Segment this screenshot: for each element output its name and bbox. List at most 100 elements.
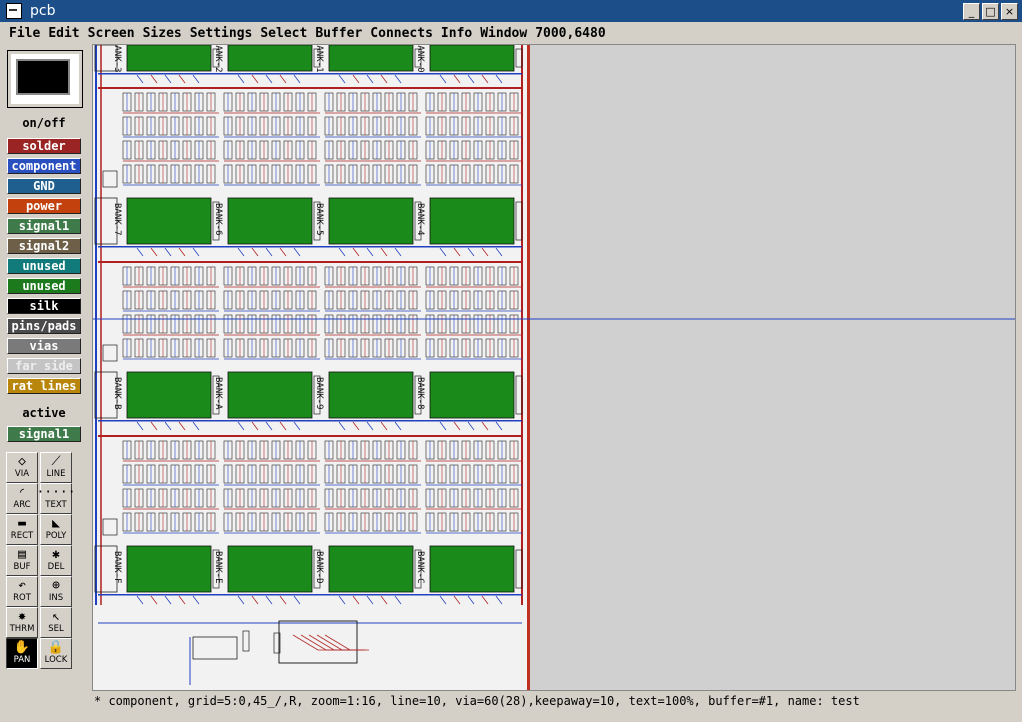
- trace: [293, 247, 301, 257]
- menu-file[interactable]: File: [5, 26, 44, 41]
- trace: [237, 595, 245, 605]
- rect-icon: ▬: [18, 516, 26, 531]
- active-label: active: [22, 406, 66, 420]
- title-bar[interactable]: pcb _ □ ×: [0, 0, 1022, 22]
- bank-copper-pour: [328, 545, 414, 593]
- bank-label: BANK-7: [112, 203, 122, 236]
- layer-toggle-silk[interactable]: silk: [7, 298, 81, 314]
- trace: [453, 595, 461, 605]
- minimize-button[interactable]: _: [963, 3, 980, 20]
- bank-label: BANK-8: [415, 377, 425, 410]
- board-layout[interactable]: BANK-3 BANK-2 BANK-1 BANK-0 BANK-7 BANK-6 BANK…: [93, 45, 530, 690]
- lock-icon: 🔒: [47, 640, 65, 655]
- trace: [251, 74, 259, 84]
- ic-footprint: [192, 636, 238, 660]
- tool-arc-button[interactable]: ◜ ARC: [6, 483, 38, 514]
- trace: [467, 247, 475, 257]
- menu-sizes[interactable]: Sizes: [139, 26, 186, 41]
- tool-via-button[interactable]: ◇ VIA: [6, 452, 38, 483]
- ins-icon: ⊕: [52, 578, 60, 593]
- tool-ins-button[interactable]: ⊕ INS: [40, 576, 72, 607]
- trace: [481, 74, 489, 84]
- ic-footprint: [278, 620, 358, 664]
- trace: [495, 74, 503, 84]
- trace: [251, 247, 259, 257]
- menu-bar: File Edit Screen Sizes Settings Select B…: [0, 22, 1022, 44]
- pcb-canvas[interactable]: BANK-3 BANK-2 BANK-1 BANK-0 BANK-7 BANK-6 BANK…: [92, 44, 1016, 691]
- menu-connects[interactable]: Connects: [366, 26, 437, 41]
- trace: [380, 595, 388, 605]
- bank-label: BANK-E: [213, 551, 223, 584]
- menu-info[interactable]: Info: [437, 26, 476, 41]
- tool-line-button[interactable]: ⟋ LINE: [40, 452, 72, 483]
- tool-buf-button[interactable]: ▤ BUF: [6, 545, 38, 576]
- layer-toggle-far-side[interactable]: far side: [7, 358, 81, 374]
- layer-toggle-power[interactable]: power: [7, 198, 81, 214]
- close-button[interactable]: ×: [1001, 3, 1018, 20]
- trace: [136, 421, 144, 431]
- bank-bus: [98, 246, 522, 248]
- layer-toggle-solder[interactable]: solder: [7, 138, 81, 154]
- bank-label: BANK-2: [213, 45, 223, 73]
- trace: [453, 247, 461, 257]
- menu-window[interactable]: Window: [476, 26, 531, 41]
- status-bar: * component, grid=5:0,45_/,R, zoom=1:16,…: [94, 694, 860, 708]
- tool-poly-button[interactable]: ◣ POLY: [40, 514, 72, 545]
- sel-icon: ↖: [52, 609, 60, 624]
- layer-toggle-component[interactable]: component: [7, 158, 81, 174]
- trace: [192, 421, 200, 431]
- tool-label: INS: [48, 593, 64, 603]
- menu-buffer[interactable]: Buffer: [311, 26, 366, 41]
- arc-icon: ◜: [18, 485, 26, 500]
- tool-thrm-button[interactable]: ✸ THRM: [6, 607, 38, 638]
- layer-toggle-gnd[interactable]: GND: [7, 178, 81, 194]
- menu-edit[interactable]: Edit: [44, 26, 83, 41]
- layer-toggle-rat-lines[interactable]: rat lines: [7, 378, 81, 394]
- active-layer-button[interactable]: signal1: [7, 426, 81, 442]
- bank-label: BANK-5: [314, 203, 324, 236]
- bank-label: BANK-D: [314, 551, 324, 584]
- bank-copper-pour: [328, 371, 414, 419]
- memory-block: [122, 266, 219, 360]
- tool-del-button[interactable]: ✱ DEL: [40, 545, 72, 576]
- tool-label: PAN: [13, 655, 31, 665]
- trace: [265, 421, 273, 431]
- trace: [338, 421, 346, 431]
- bank-label: BANK-3: [112, 45, 122, 73]
- bank-copper-pour: [328, 197, 414, 245]
- tool-lock-button[interactable]: 🔒 LOCK: [40, 638, 72, 669]
- layer-toggle-signal2[interactable]: signal2: [7, 238, 81, 254]
- menu-select[interactable]: Select: [256, 26, 311, 41]
- tool-pan-button[interactable]: ✋ PAN: [6, 638, 38, 669]
- layer-toggle-signal1[interactable]: signal1: [7, 218, 81, 234]
- bank-label: BANK-F: [112, 551, 122, 584]
- layer-toggle-vias[interactable]: vias: [7, 338, 81, 354]
- trace: [192, 74, 200, 84]
- tool-label: SEL: [48, 624, 64, 634]
- memory-block: [122, 440, 219, 534]
- layer-toggle-unused[interactable]: unused: [7, 278, 81, 294]
- poly-icon: ◣: [52, 516, 60, 531]
- tool-label: ARC: [13, 500, 31, 510]
- tool-rot-button[interactable]: ↶ ROT: [6, 576, 38, 607]
- tool-label: BUF: [13, 562, 31, 572]
- onoff-label: on/off: [22, 116, 66, 130]
- connector-footprint: [102, 344, 118, 362]
- layer-toggle-unused[interactable]: unused: [7, 258, 81, 274]
- trace: [495, 595, 503, 605]
- layer-toggle-pins-pads[interactable]: pins/pads: [7, 318, 81, 334]
- window-title: pcb: [30, 3, 56, 19]
- trace: [265, 74, 273, 84]
- maximize-button[interactable]: □: [982, 3, 999, 20]
- tool-rect-button[interactable]: ▬ RECT: [6, 514, 38, 545]
- trace: [352, 247, 360, 257]
- del-icon: ✱: [52, 547, 60, 562]
- menu-settings[interactable]: Settings: [186, 26, 257, 41]
- connector-footprint: [102, 170, 118, 188]
- tool-text-button[interactable]: ····· TEXT: [36, 483, 76, 514]
- tool-label: VIA: [14, 469, 30, 479]
- pcb-window: pcb _ □ × File Edit Screen Sizes Setting…: [0, 0, 1022, 722]
- menu-screen[interactable]: Screen: [84, 26, 139, 41]
- trace: [481, 595, 489, 605]
- tool-sel-button[interactable]: ↖ SEL: [40, 607, 72, 638]
